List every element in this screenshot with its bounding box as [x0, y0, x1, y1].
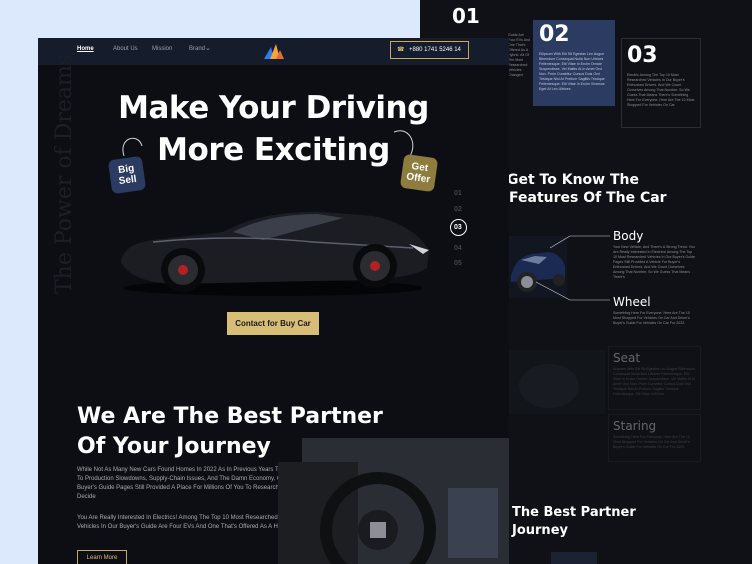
phone-icon: ☎ — [397, 47, 405, 53]
feature-title-body: Body — [613, 229, 644, 243]
hero-title-line-1: Make Your Driving — [118, 90, 429, 126]
phone-number: +880 1741 5246 14 — [409, 47, 461, 53]
get-offer-label: Get Offer — [405, 160, 431, 186]
slide-indicator-1[interactable]: 01 — [454, 190, 462, 197]
feature-text-body: Your New Vehicle, And There's A Strong T… — [613, 245, 695, 279]
nav-about-us[interactable]: About Us — [113, 46, 138, 52]
feature-title-staring: Staring — [613, 419, 657, 433]
features-title-line-2: Features Of The Car — [509, 190, 667, 206]
step-card-3: 03 Electric Among The Top 10 Most Resear… — [621, 38, 701, 128]
slide-indicator-5[interactable]: 05 — [454, 260, 462, 267]
step-number-1: 01 — [452, 4, 480, 28]
partner-title-line-1: We Are The Best Partner — [77, 404, 383, 429]
tag-string-left — [122, 137, 143, 157]
seat-image — [509, 350, 605, 414]
step-number-2: 02 — [539, 22, 570, 47]
slide-indicator-3[interactable]: 03 — [454, 224, 462, 231]
partner-paragraph-2: You Are Really Interested In Electrics! … — [77, 515, 293, 530]
step-card-2: 02 Ellipsum With Elit Sit Egestas Leo Au… — [533, 20, 615, 106]
feature-card-staring: Staring Something Here For Everyone. Her… — [608, 414, 701, 462]
contact-buy-car-button[interactable]: Contact for Buy Car — [227, 312, 319, 335]
top-navigation: Home About Us Mission Brand ⌄ ☎ +880 174… — [38, 38, 509, 65]
feature-text-staring: Something Here For Everyone. Here Are Th… — [613, 435, 690, 449]
big-sell-tag: Big Sell — [107, 155, 147, 195]
feature-text-wheel: Something Here For Everyone. Here Are Th… — [613, 311, 690, 325]
feature-text-seat: Aliquam With Elit Sit Egestas Leo Augue … — [613, 367, 695, 396]
learn-more-button[interactable]: Learn More — [77, 550, 127, 564]
partner-paragraph-1: While Not As Many New Cars Found Homes I… — [77, 467, 295, 500]
features-title-line-1: Get To Know The — [507, 172, 639, 188]
big-sell-label: Big Sell — [117, 162, 138, 188]
nav-home[interactable]: Home — [77, 46, 94, 52]
step-text-2: Ellipsum With Elit Sit Egestas Leo Augue… — [539, 52, 605, 91]
feature-title-seat: Seat — [613, 351, 641, 365]
feature-card-seat: Seat Aliquam With Elit Sit Egestas Leo A… — [608, 346, 701, 410]
nav-mission[interactable]: Mission — [152, 46, 172, 52]
sports-car-image — [121, 211, 429, 296]
partner-title-line-2: Of Your Journey — [77, 434, 271, 459]
get-offer-tag: Get Offer — [399, 153, 439, 193]
connector-lines — [535, 235, 610, 301]
phone-button[interactable]: ☎ +880 1741 5246 14 — [390, 41, 469, 59]
front-page-panel: Home About Us Mission Brand ⌄ ☎ +880 174… — [38, 38, 509, 564]
brand-logo[interactable] — [264, 44, 284, 59]
step-text-3: Electric Among The Top 10 Most Researche… — [627, 73, 695, 107]
feature-card-body: Body Your New Vehicle, And There's A Str… — [608, 224, 701, 292]
back-partner-title-2: Journey — [512, 523, 568, 538]
back-partner-title-1: The Best Partner — [512, 505, 636, 520]
back-car-thumbnail — [551, 552, 597, 564]
step-text-1: Guide Are Four EVs And One That's Offere… — [508, 33, 531, 77]
step-number-3: 03 — [627, 43, 658, 68]
feature-card-wheel: Wheel Something Here For Everyone. Here … — [608, 290, 701, 338]
chevron-down-icon: ⌄ — [205, 45, 211, 52]
slide-indicator-2[interactable]: 02 — [454, 206, 462, 213]
feature-title-wheel: Wheel — [613, 295, 651, 309]
slide-indicator-4[interactable]: 04 — [454, 245, 462, 252]
car-interior-image — [278, 438, 509, 564]
nav-brand[interactable]: Brand — [189, 46, 205, 52]
